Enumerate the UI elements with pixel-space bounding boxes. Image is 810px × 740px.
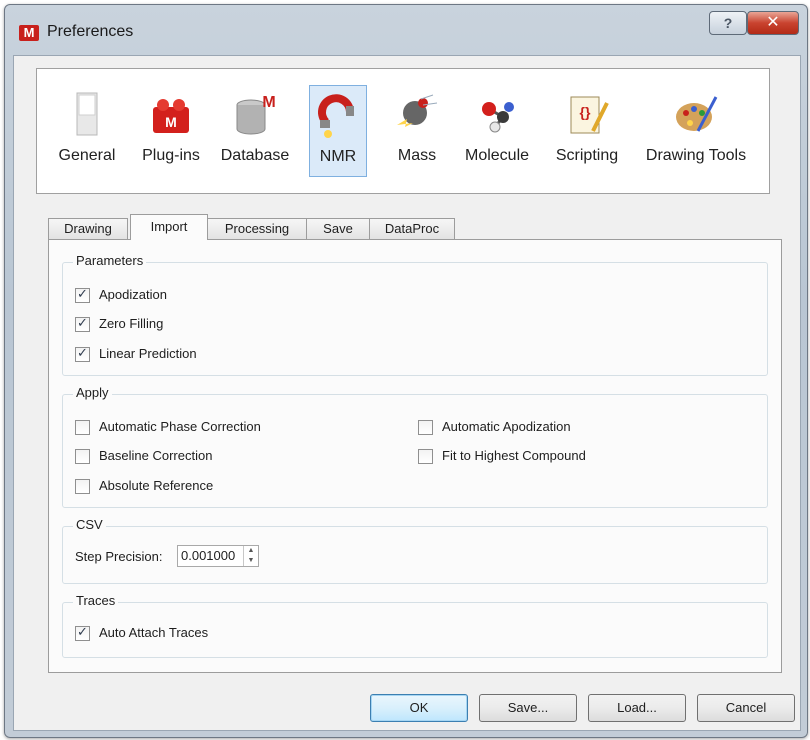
category-label: Drawing Tools [645,147,747,164]
save-button[interactable]: Save... [479,694,577,722]
spin-up-icon[interactable]: ▲ [246,546,256,555]
category-label: NMR [319,148,357,165]
csv-group: CSV Step Precision: 0.001000 ▲ ▼ [62,517,768,584]
load-button[interactable]: Load... [588,694,686,722]
category-molecule[interactable]: Molecule [457,85,537,175]
title-bar[interactable]: M Preferences ? ✕ [5,5,807,53]
app-logo-icon: M [19,25,39,41]
tab-drawing[interactable]: Drawing [48,218,128,239]
category-general[interactable]: General [49,85,125,175]
group-title: CSV [73,517,106,532]
auto-attach-traces-checkbox[interactable] [75,624,90,641]
dialog-body: General M Plug-ins M Database NMR Mass M… [13,55,801,731]
close-button[interactable]: ✕ [747,11,799,35]
svg-text:{}: {} [580,104,591,120]
spin-buttons: ▲ ▼ [243,546,258,566]
category-nmr[interactable]: NMR [309,85,367,177]
checkbox-label: Baseline Correction [99,448,213,463]
category-label: Plug-ins [142,147,200,164]
checkbox-label: Fit to Highest Compound [442,448,586,463]
svg-text:M: M [262,94,275,111]
checkbox-label: Automatic Apodization [442,419,571,434]
category-label: Database [220,147,290,164]
apodization-checkbox[interactable] [75,286,90,303]
tab-dataproc[interactable]: DataProc [369,218,455,239]
category-label: General [58,147,116,164]
group-title: Parameters [73,253,147,268]
preferences-window: M Preferences ? ✕ General M Plug-ins M D… [4,4,808,738]
import-tab-panel: Parameters Apodization Zero Filling Line… [48,239,782,673]
category-mass[interactable]: Mass [383,85,451,175]
molecule-icon [482,102,514,133]
absolute-reference-checkbox[interactable] [75,479,90,494]
checkbox-label: Absolute Reference [99,478,214,493]
step-precision-label: Step Precision: [75,549,163,564]
step-precision-value[interactable]: 0.001000 [181,548,235,563]
database-icon: M [236,94,276,135]
baseline-correction-checkbox[interactable] [75,449,90,464]
drawing-tools-icon [676,96,718,132]
general-icon [76,92,98,136]
category-scripting[interactable]: {} Scripting [545,85,629,175]
linear-prediction-checkbox[interactable] [75,345,90,362]
group-title: Traces [73,593,119,608]
auto-phase-correction-checkbox[interactable] [75,420,90,435]
category-bar: General M Plug-ins M Database NMR Mass M… [36,68,770,194]
zero-filling-checkbox[interactable] [75,315,90,332]
tab-import[interactable]: Import [130,214,208,240]
checkbox-label: Automatic Phase Correction [99,419,261,434]
category-drawing-tools[interactable]: Drawing Tools [637,85,755,175]
cancel-button[interactable]: Cancel [697,694,795,722]
category-database[interactable]: M Database [215,85,295,175]
window-title: Preferences [47,23,134,40]
tab-save[interactable]: Save [306,218,370,239]
svg-text:M: M [165,114,177,130]
spin-down-icon[interactable]: ▼ [246,556,256,565]
scripting-icon: {} [570,96,609,134]
category-plugins[interactable]: M Plug-ins [133,85,209,175]
category-label: Mass [397,147,437,164]
category-label: Scripting [555,147,619,164]
checkbox-label: Linear Prediction [99,346,197,361]
plugins-icon: M [153,99,189,133]
group-title: Apply [73,385,112,400]
step-precision-spinbox[interactable]: 0.001000 ▲ ▼ [177,545,259,567]
category-label: Molecule [464,147,530,164]
mass-icon [397,94,438,127]
tab-processing[interactable]: Processing [207,218,307,239]
help-button[interactable]: ? [709,11,747,35]
apply-group: Apply Automatic Phase Correction Baselin… [62,385,768,508]
checkbox-label: Apodization [99,287,167,302]
nmr-magnet-icon [318,94,354,138]
checkbox-label: Auto Attach Traces [99,625,209,640]
parameters-group: Parameters Apodization Zero Filling Line… [62,253,768,376]
auto-apodization-checkbox[interactable] [418,420,433,435]
fit-highest-compound-checkbox[interactable] [418,449,433,464]
checkbox-label: Zero Filling [99,316,164,331]
ok-button[interactable]: OK [370,694,468,722]
traces-group: Traces Auto Attach Traces [62,593,768,658]
